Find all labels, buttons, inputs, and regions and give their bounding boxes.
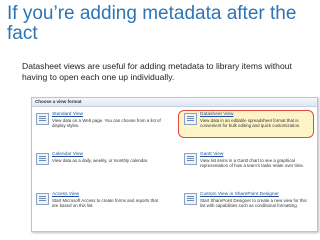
view-option-access[interactable]: Access View Start Microsoft Access to cr…: [34, 191, 164, 221]
view-option-desc: View list items in a Gantt chart to see …: [200, 158, 305, 169]
slide-bullet-text: Datasheet views are useful for adding me…: [22, 61, 292, 82]
access-view-icon: [36, 193, 49, 205]
datasheet-selection-outline: [178, 110, 314, 138]
view-option-desc: Start Microsoft Access to create forms a…: [52, 198, 158, 209]
view-option-standard[interactable]: Standard View View data on a Web page. Y…: [34, 111, 164, 141]
calendar-view-icon: [36, 153, 49, 165]
view-option-sharepoint-designer[interactable]: Custom View in SharePoint Designer Start…: [182, 191, 312, 221]
view-option-name[interactable]: Gantt View: [200, 152, 223, 157]
view-option-gantt[interactable]: Gantt View View list items in a Gantt ch…: [182, 151, 312, 181]
standard-view-icon: [36, 113, 49, 125]
view-option-name[interactable]: Standard View: [52, 112, 83, 117]
view-option-desc: View data as a daily, weekly, or monthly…: [52, 158, 149, 163]
view-option-name[interactable]: Custom View in SharePoint Designer: [200, 192, 279, 197]
view-option-desc: View data on a Web page. You can choose …: [52, 118, 161, 129]
sharepoint-designer-icon: [184, 193, 197, 205]
view-format-header: Choose a view format: [32, 98, 317, 107]
view-option-name[interactable]: Access View: [52, 192, 79, 197]
view-option-name[interactable]: Calendar View: [52, 152, 83, 157]
view-format-screenshot: Choose a view format Standard View View …: [31, 97, 318, 232]
gantt-view-icon: [184, 153, 197, 165]
view-option-calendar[interactable]: Calendar View View data as a daily, week…: [34, 151, 164, 181]
slide-title: If you’re adding metadata after the fact: [7, 3, 297, 44]
view-option-desc: Start SharePoint Designer to create a ne…: [200, 198, 307, 209]
